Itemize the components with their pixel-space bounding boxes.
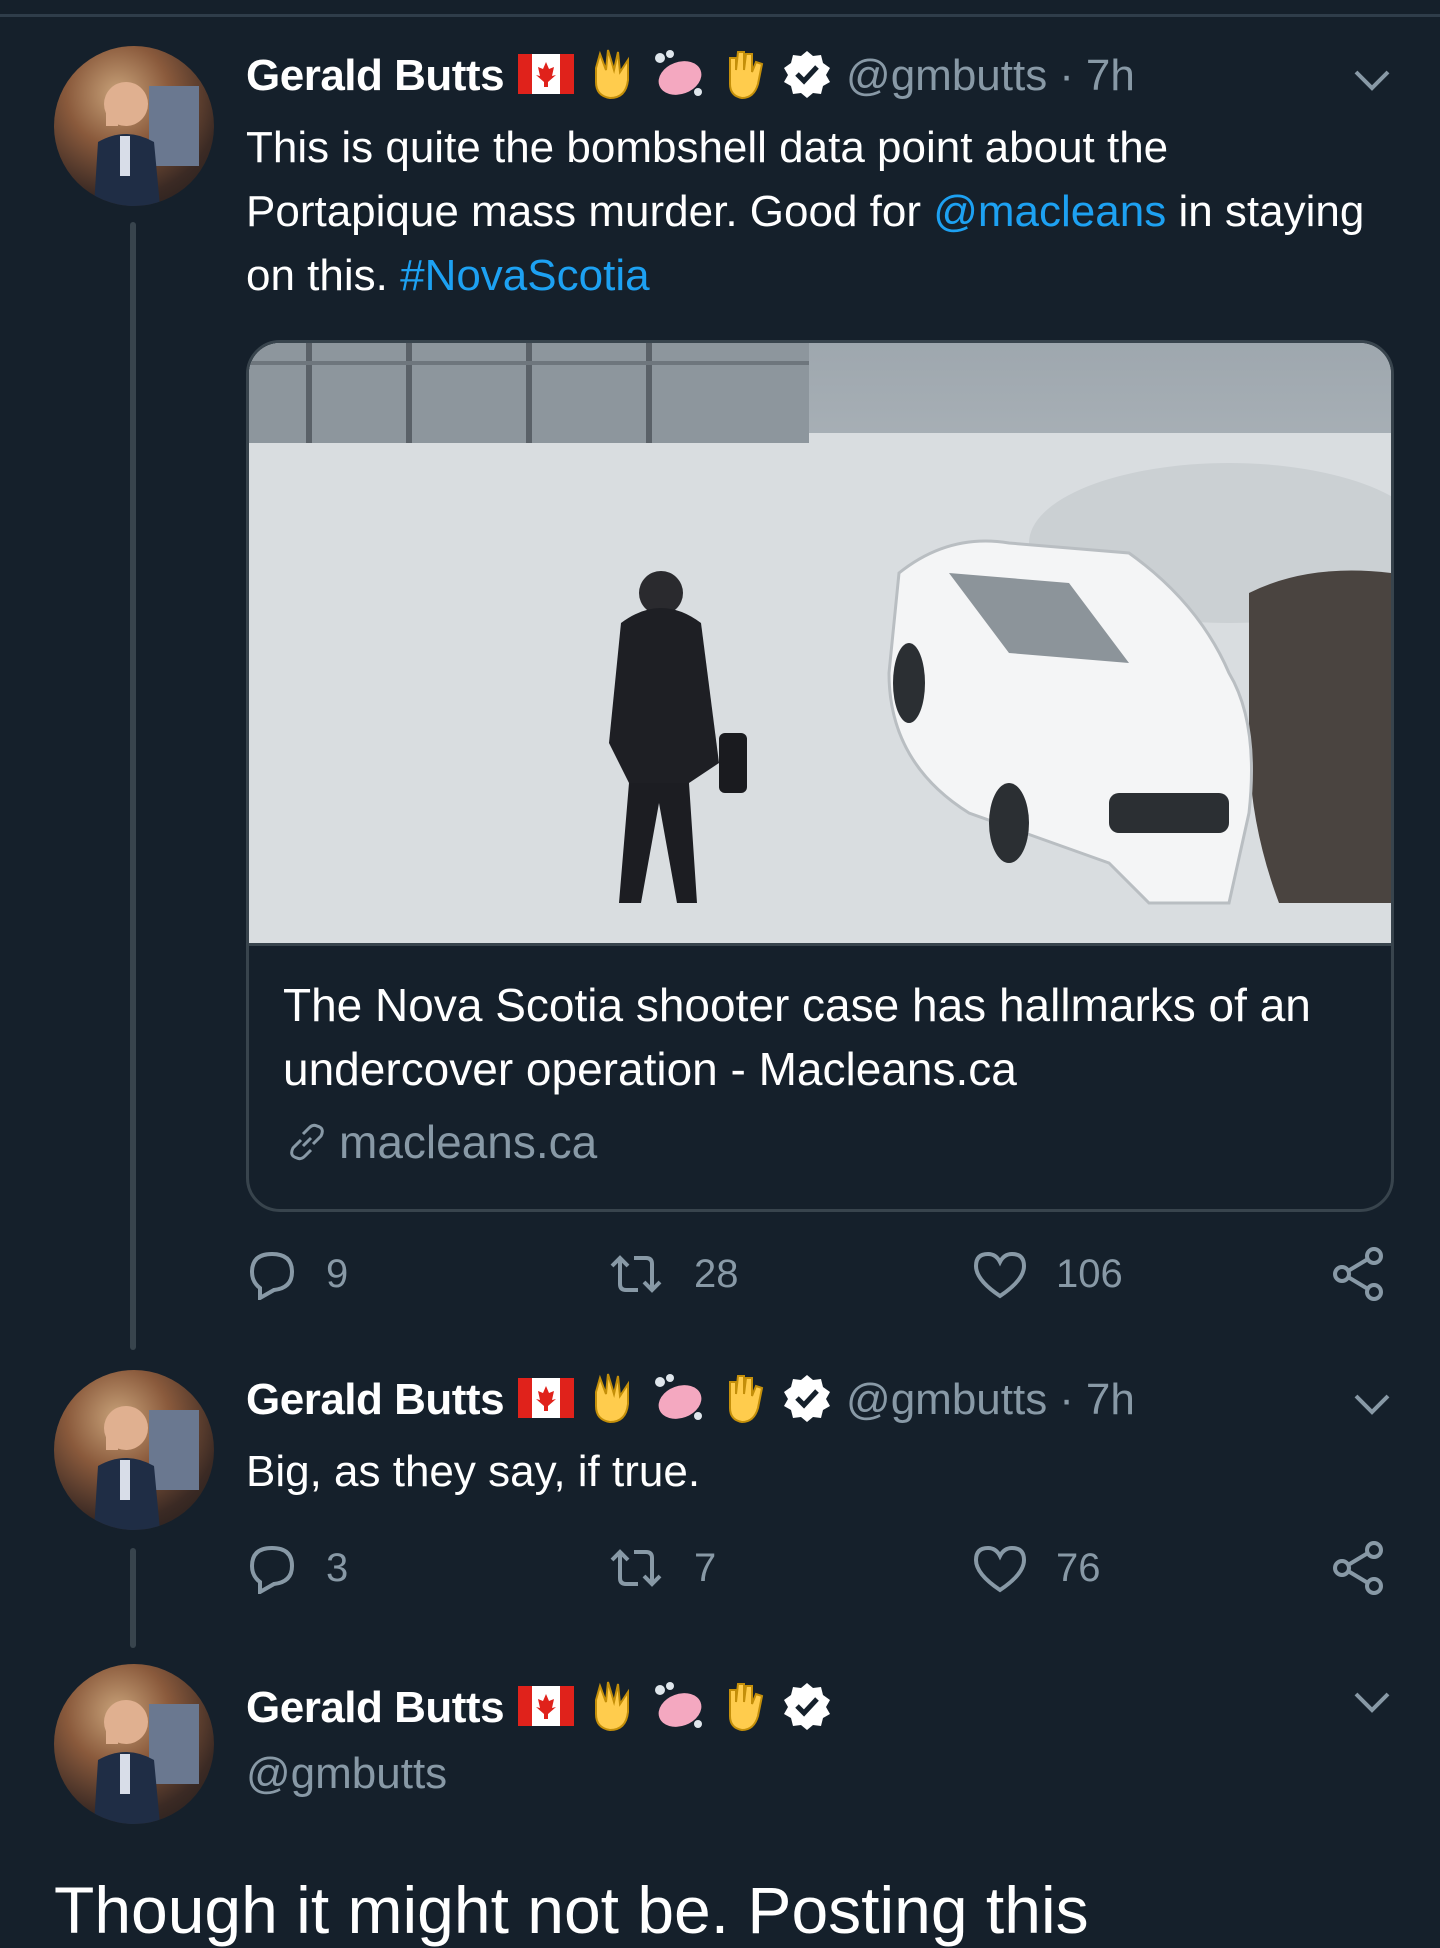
heart-icon bbox=[973, 1545, 1027, 1593]
tweet-header: Gerald Butts @gmbutts · 7h bbox=[246, 1370, 1135, 1430]
share-button[interactable] bbox=[1330, 1244, 1414, 1304]
hand-icon bbox=[720, 1372, 768, 1429]
hashtag-link[interactable]: #NovaScotia bbox=[400, 251, 649, 300]
tweet-actions: 3 7 76 bbox=[246, 1538, 1396, 1598]
heart-icon bbox=[973, 1251, 1027, 1299]
link-icon bbox=[290, 1123, 324, 1161]
share-icon bbox=[1333, 1247, 1383, 1301]
separator: · bbox=[1059, 51, 1074, 100]
share-button[interactable] bbox=[1330, 1538, 1414, 1598]
retweet-icon bbox=[610, 1255, 662, 1293]
display-name[interactable]: Gerald Butts bbox=[246, 1375, 505, 1425]
separator: · bbox=[1059, 1375, 1074, 1424]
chevron-down-icon[interactable] bbox=[1350, 58, 1394, 102]
thread-line bbox=[130, 1548, 136, 1648]
like-button[interactable]: 76 bbox=[972, 1538, 1101, 1598]
display-name[interactable]: Gerald Butts bbox=[246, 1683, 505, 1733]
reply-button[interactable]: 9 bbox=[246, 1244, 348, 1304]
chevron-down-icon[interactable] bbox=[1350, 1680, 1394, 1724]
avatar[interactable] bbox=[54, 46, 214, 206]
card-domain: macleans.ca bbox=[283, 1115, 597, 1169]
reply-icon bbox=[249, 1251, 295, 1300]
tweet-text: This is quite the bombshell data point a… bbox=[246, 116, 1376, 308]
link-card[interactable]: The Nova Scotia shooter case has hallmar… bbox=[246, 340, 1394, 1212]
tweet-actions: 9 28 106 bbox=[246, 1244, 1396, 1304]
handle[interactable]: @gmbutts bbox=[246, 1749, 447, 1799]
raised-hand-icon bbox=[588, 1372, 636, 1429]
like-count: 106 bbox=[1056, 1251, 1123, 1296]
canada-flag-icon bbox=[518, 1685, 575, 1731]
card-domain-text: macleans.ca bbox=[339, 1116, 598, 1168]
display-name[interactable]: Gerald Butts bbox=[246, 51, 505, 101]
avatar[interactable] bbox=[54, 1664, 214, 1824]
verified-badge-icon bbox=[782, 49, 832, 104]
retweet-button[interactable]: 7 bbox=[606, 1538, 716, 1598]
reply-count: 3 bbox=[326, 1545, 349, 1590]
reply-count: 9 bbox=[326, 1251, 349, 1296]
retweet-button[interactable]: 28 bbox=[606, 1244, 739, 1304]
like-button[interactable]: 106 bbox=[972, 1244, 1123, 1304]
soap-icon bbox=[650, 48, 706, 105]
canada-flag-icon bbox=[518, 1377, 575, 1423]
reply-icon bbox=[249, 1545, 295, 1594]
like-count: 76 bbox=[1056, 1545, 1101, 1590]
hand-icon bbox=[720, 1680, 768, 1737]
raised-hand-icon bbox=[588, 48, 636, 105]
reply-button[interactable]: 3 bbox=[246, 1538, 348, 1598]
timestamp[interactable]: 7h bbox=[1086, 51, 1135, 101]
raised-hand-icon bbox=[588, 1680, 636, 1737]
handle[interactable]: @gmbutts bbox=[846, 51, 1047, 101]
canada-flag-icon bbox=[518, 53, 575, 99]
retweet-icon bbox=[610, 1549, 662, 1587]
handle[interactable]: @gmbutts bbox=[846, 1375, 1047, 1425]
tweet-header: Gerald Butts @gmbutts · 7h bbox=[246, 46, 1135, 106]
verified-badge-icon bbox=[782, 1373, 832, 1428]
avatar[interactable] bbox=[54, 1370, 214, 1530]
tweet-text: Big, as they say, if true. bbox=[246, 1447, 701, 1496]
card-title: The Nova Scotia shooter case has hallmar… bbox=[283, 979, 1311, 1095]
retweet-count: 28 bbox=[694, 1251, 739, 1296]
verified-badge-icon bbox=[782, 1681, 832, 1736]
hand-icon bbox=[720, 48, 768, 105]
top-divider bbox=[0, 0, 1440, 17]
share-icon bbox=[1333, 1541, 1383, 1595]
handle-row: @gmbutts bbox=[246, 1744, 447, 1804]
retweet-count: 7 bbox=[694, 1545, 717, 1590]
chevron-down-icon[interactable] bbox=[1350, 1382, 1394, 1426]
timestamp[interactable]: 7h bbox=[1086, 1375, 1135, 1425]
card-image bbox=[249, 343, 1391, 946]
thread-line bbox=[130, 222, 136, 1350]
mention-link[interactable]: @macleans bbox=[933, 187, 1166, 236]
soap-icon bbox=[650, 1680, 706, 1737]
soap-icon bbox=[650, 1372, 706, 1429]
tweet-header: Gerald Butts bbox=[246, 1678, 832, 1738]
